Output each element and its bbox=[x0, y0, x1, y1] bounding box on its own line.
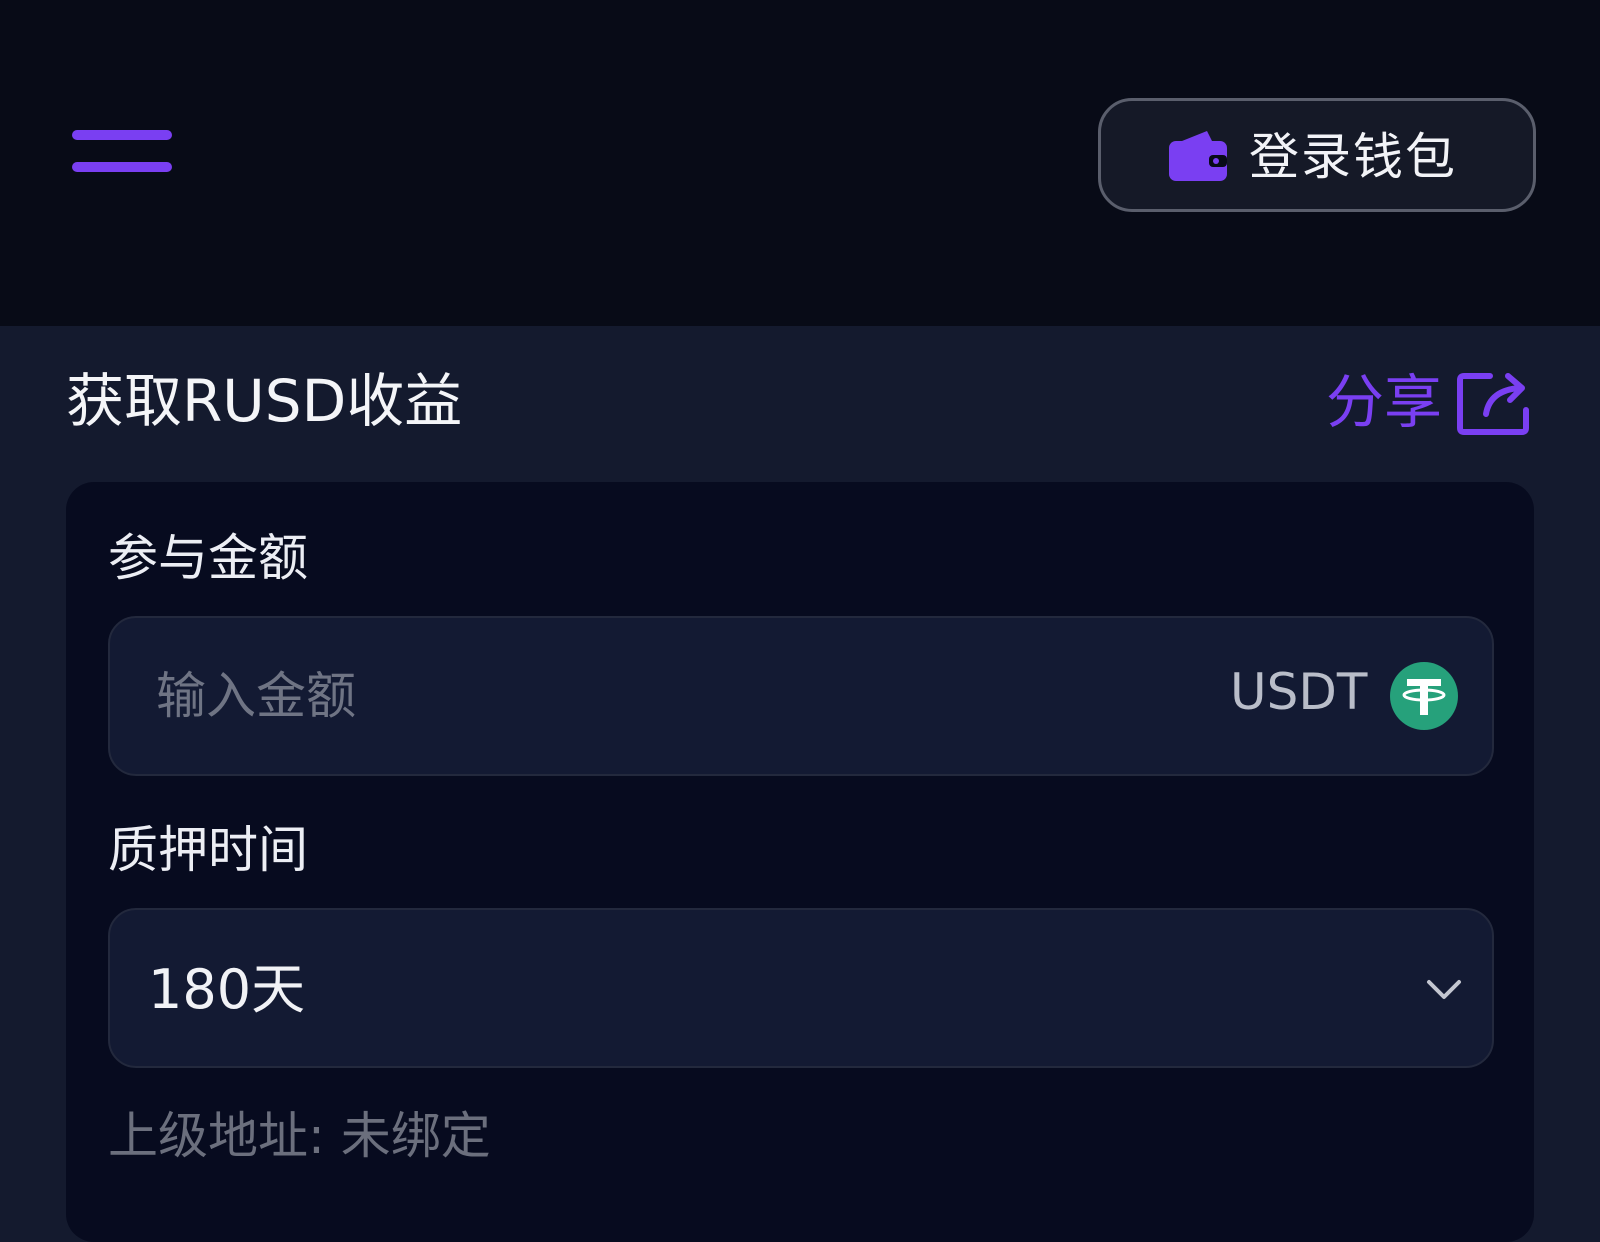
share-icon bbox=[1457, 373, 1529, 435]
hamburger-menu-icon[interactable] bbox=[72, 128, 172, 178]
menu-bar-top bbox=[72, 130, 172, 140]
login-wallet-button[interactable]: 登录钱包 bbox=[1098, 98, 1536, 212]
amount-label: 参与金额 bbox=[108, 529, 308, 587]
usdt-tether-icon bbox=[1390, 662, 1458, 730]
page-title: 获取RUSD收益 bbox=[66, 367, 463, 435]
duration-selected-value: 180天 bbox=[148, 958, 306, 1021]
duration-label: 质押时间 bbox=[108, 821, 308, 879]
menu-bar-bottom bbox=[72, 162, 172, 172]
wallet-icon bbox=[1169, 131, 1227, 181]
amount-field[interactable]: USDT bbox=[108, 616, 1494, 776]
share-label: 分享 bbox=[1326, 368, 1443, 436]
duration-select[interactable]: 180天 bbox=[108, 908, 1494, 1068]
chevron-down-icon bbox=[1427, 980, 1461, 999]
amount-input[interactable] bbox=[154, 658, 1154, 734]
app-header: 登录钱包 bbox=[0, 0, 1600, 326]
referrer-status: 上级地址: 未绑定 bbox=[108, 1107, 491, 1165]
login-wallet-label: 登录钱包 bbox=[1249, 128, 1457, 186]
share-button[interactable]: 分享 bbox=[1326, 366, 1532, 438]
currency-label: USDT bbox=[1230, 663, 1368, 721]
